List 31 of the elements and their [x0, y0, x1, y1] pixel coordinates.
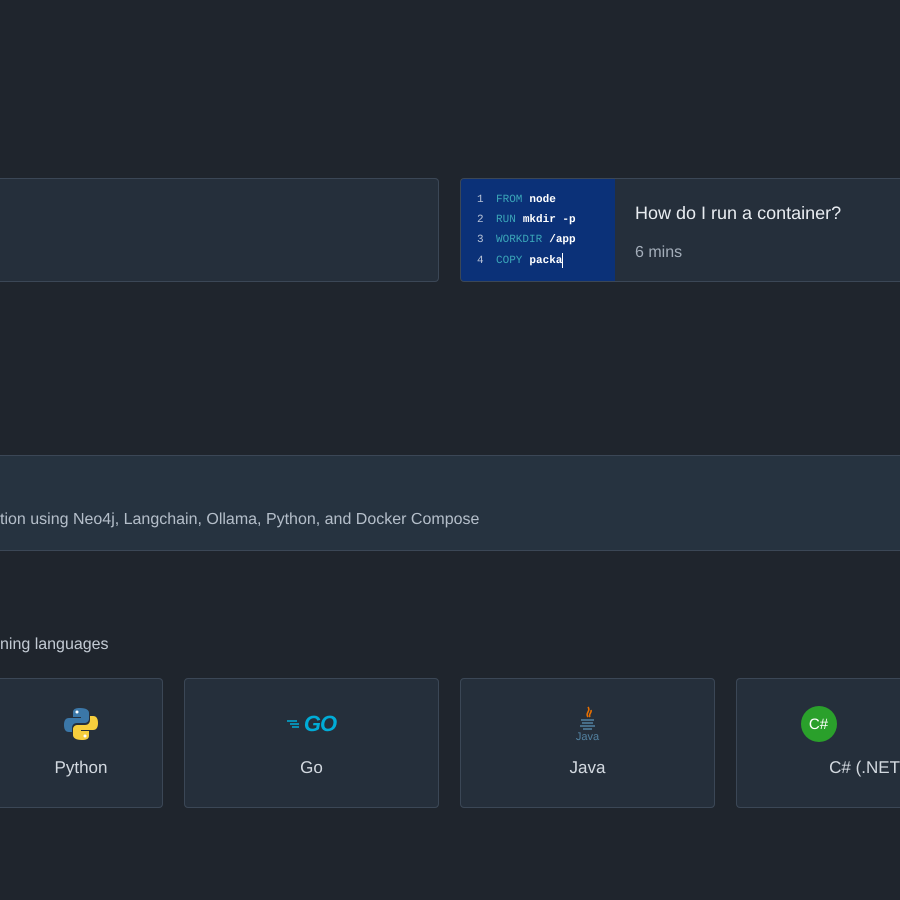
guide-title: How do I run a container?: [635, 202, 842, 225]
banner-card[interactable]: tion using Neo4j, Langchain, Ollama, Python, and Docker Compose: [0, 455, 900, 551]
code-value: mkdir -p: [522, 213, 576, 227]
code-value: /app: [549, 233, 576, 247]
code-value: packa: [529, 254, 562, 268]
guide-card[interactable]: [0, 178, 439, 282]
line-number: 2: [477, 213, 485, 227]
python-logo-icon: [63, 706, 99, 742]
language-label: Java: [570, 757, 606, 779]
language-card[interactable]: GO Go: [184, 678, 439, 808]
language-label: Python: [54, 757, 108, 779]
line-number: 4: [477, 254, 485, 268]
language-card[interactable]: Java Java: [460, 678, 715, 808]
section-heading: ning languages: [0, 635, 110, 655]
language-card[interactable]: C# C# (.NET: [736, 678, 900, 808]
code-keyword: FROM: [496, 193, 522, 207]
code-keyword: RUN: [496, 213, 516, 227]
language-label: C# (.NET: [829, 757, 900, 779]
code-keyword: WORKDIR: [496, 233, 542, 247]
code-value: node: [529, 193, 556, 207]
guide-card[interactable]: 1 FROM node 2 RUN mkdir -p 3 WORKDIR /app 4 COPY packa How do I run a container? 6 mins: [460, 178, 900, 282]
code-keyword: COPY: [496, 254, 522, 268]
duration-text: 6 mins: [635, 243, 684, 263]
language-card[interactable]: Python: [0, 678, 163, 808]
java-logo: Java: [576, 706, 600, 742]
language-label: Go: [300, 757, 323, 779]
line-number: 1: [477, 193, 485, 207]
go-logo: GO: [286, 713, 336, 735]
line-number: 3: [477, 233, 485, 247]
csharp-logo: C#: [800, 706, 836, 742]
banner-description: tion using Neo4j, Langchain, Ollama, Python, and Docker Compose: [0, 510, 480, 530]
